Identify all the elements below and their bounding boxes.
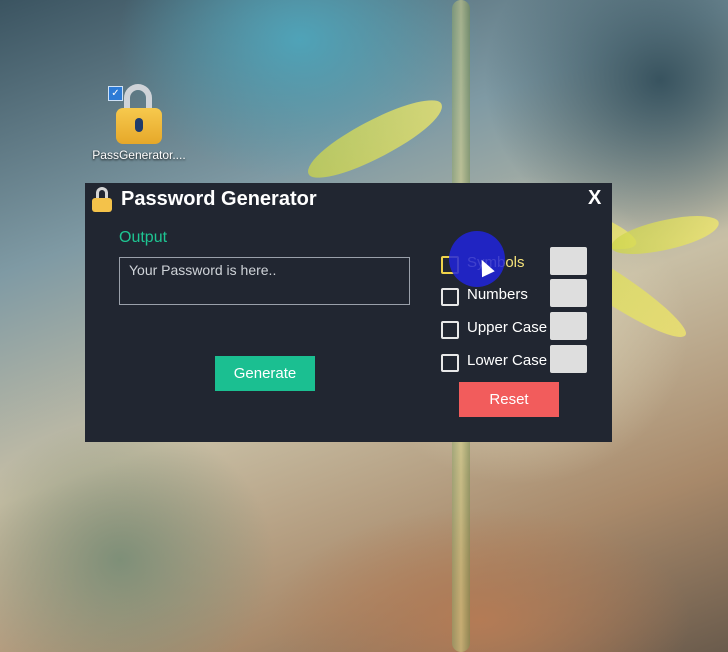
window-title: Password Generator <box>121 188 317 210</box>
upper-case-checkbox[interactable] <box>441 321 459 339</box>
generate-button[interactable]: Generate <box>215 356 315 391</box>
option-upper-case[interactable]: Upper Case <box>440 312 600 344</box>
numbers-checkbox[interactable] <box>441 288 459 306</box>
symbols-count-box[interactable] <box>550 247 587 275</box>
reset-button[interactable]: Reset <box>459 382 559 417</box>
background-leaf <box>298 90 452 188</box>
upper-case-label: Upper Case <box>467 319 548 336</box>
checkbox-selected-icon: ✓ <box>108 86 123 101</box>
padlock-body <box>116 108 162 144</box>
desktop-icon-passgenerator[interactable]: ✓ PassGenerator.... <box>86 82 192 172</box>
password-generator-window: Password Generator X Output Your Passwor… <box>85 183 612 442</box>
lower-case-count-box[interactable] <box>550 345 587 373</box>
option-lower-case[interactable]: Lower Case <box>440 345 600 377</box>
cursor-highlight <box>449 231 505 287</box>
password-output-field[interactable]: Your Password is here.. <box>119 257 410 305</box>
background-leaf <box>608 210 722 260</box>
numbers-count-box[interactable] <box>550 279 587 307</box>
numbers-label: Numbers <box>467 286 528 303</box>
output-label: Output <box>119 229 168 246</box>
lower-case-checkbox[interactable] <box>441 354 459 372</box>
close-button[interactable]: X <box>588 187 601 210</box>
upper-case-count-box[interactable] <box>550 312 587 340</box>
option-numbers[interactable]: Numbers <box>440 279 600 311</box>
lower-case-label: Lower Case <box>467 352 548 369</box>
lock-icon <box>92 187 112 213</box>
desktop-icon-label: PassGenerator.... <box>92 148 186 162</box>
